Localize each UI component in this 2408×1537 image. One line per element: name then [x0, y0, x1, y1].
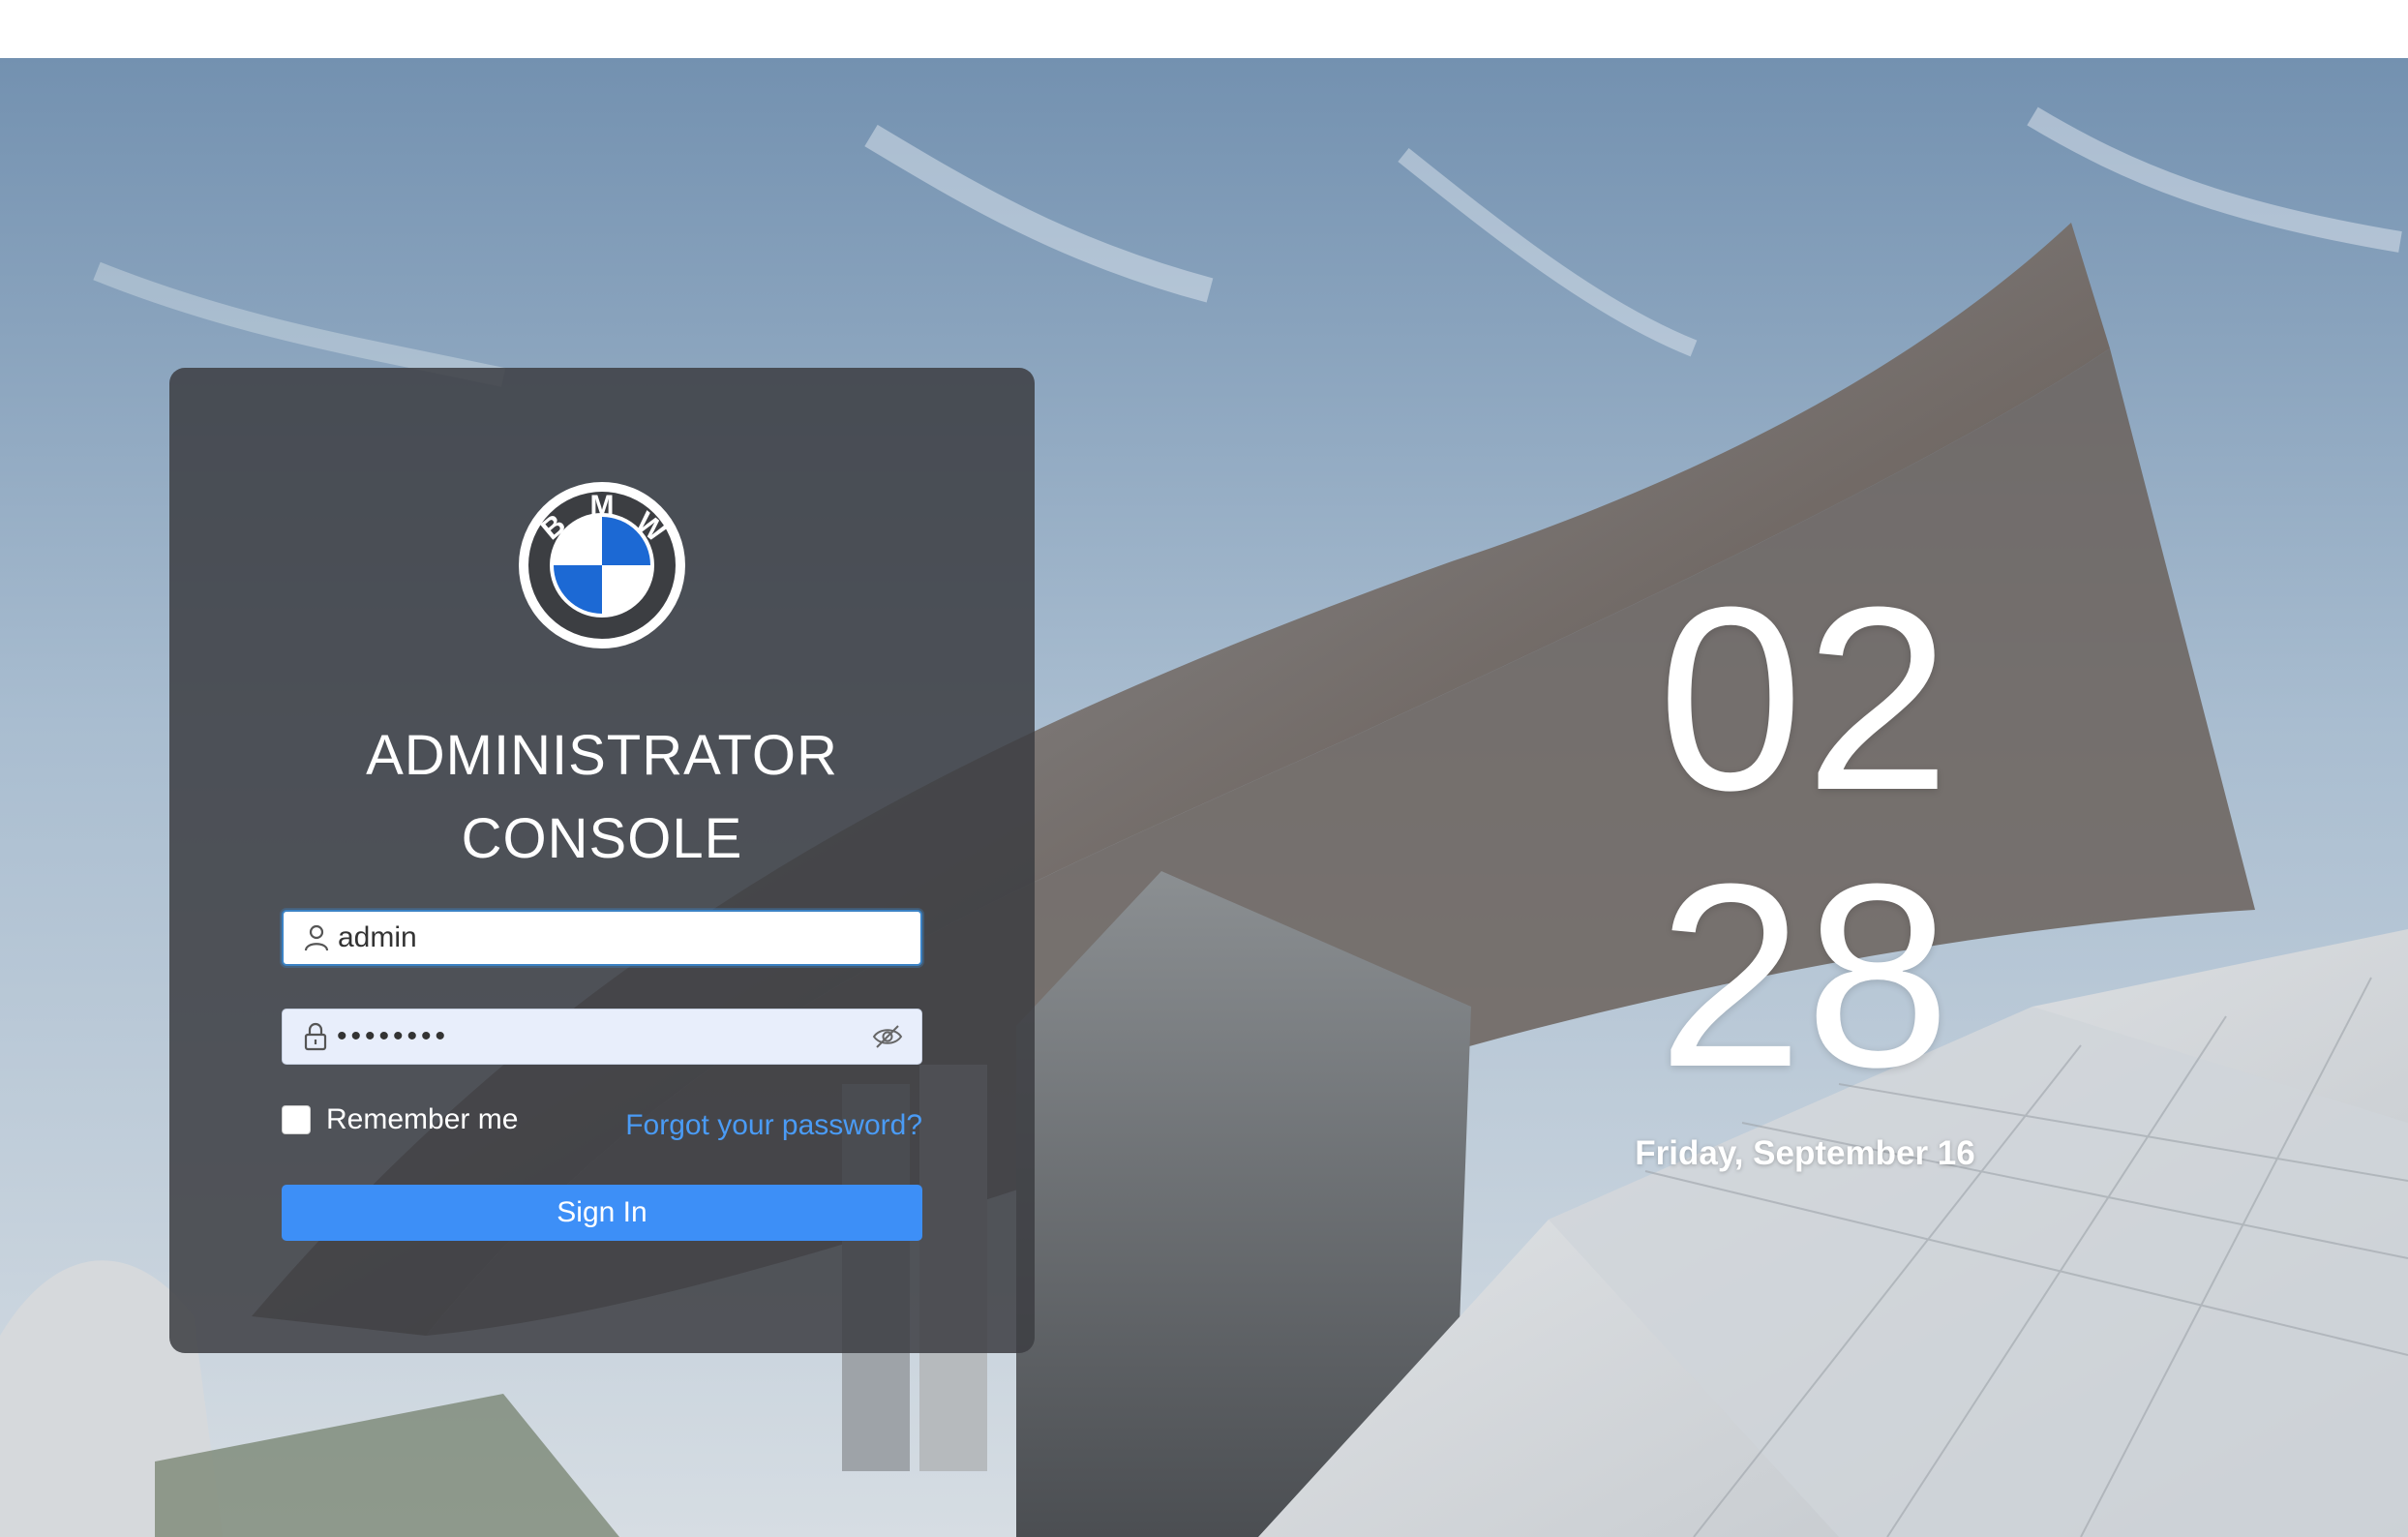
- title-line-2: CONSOLE: [461, 807, 743, 870]
- user-icon: [303, 923, 330, 952]
- password-input[interactable]: [337, 1020, 871, 1053]
- top-bar: [0, 0, 2408, 58]
- clock-hours: 02: [1657, 554, 1953, 845]
- clock: 02 28 Friday, September 16: [1587, 561, 2023, 1173]
- svg-text:M: M: [590, 490, 615, 522]
- remember-me-checkbox[interactable]: [282, 1105, 311, 1134]
- username-input[interactable]: [338, 921, 920, 954]
- forgot-password-link[interactable]: Forgot your password?: [625, 1109, 922, 1142]
- password-field[interactable]: [282, 1009, 922, 1065]
- clock-date: Friday, September 16: [1635, 1134, 1975, 1172]
- title-line-1: ADMINISTRATOR: [366, 724, 838, 787]
- remember-me[interactable]: Remember me: [282, 1103, 518, 1136]
- bmw-logo: M B W: [515, 478, 689, 652]
- username-field[interactable]: [282, 910, 922, 966]
- remember-me-label: Remember me: [326, 1103, 519, 1135]
- login-card: M B W ADMINISTRATOR CONSOLE admin ••••••…: [169, 368, 1035, 1353]
- sign-in-button[interactable]: Sign In: [282, 1185, 922, 1241]
- eye-slash-icon[interactable]: [871, 1020, 904, 1053]
- lock-icon: [302, 1022, 329, 1051]
- page-title: ADMINISTRATOR CONSOLE: [169, 714, 1035, 881]
- clock-minutes: 28: [1657, 830, 1953, 1122]
